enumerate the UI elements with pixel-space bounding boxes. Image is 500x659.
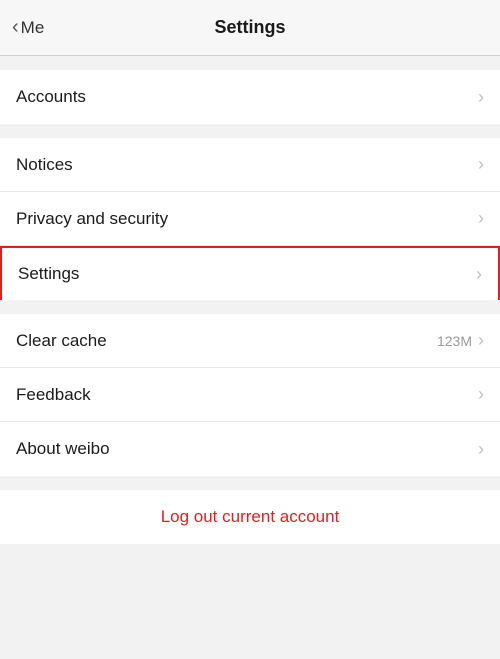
back-label: Me: [21, 18, 45, 38]
section-group3: Clear cache 123M › Feedback › About weib…: [0, 314, 500, 476]
logout-section[interactable]: Log out current account: [0, 490, 500, 544]
about-right: ›: [474, 439, 484, 460]
accounts-label: Accounts: [16, 87, 86, 107]
page-title: Settings: [214, 17, 285, 38]
gap-2: [0, 124, 500, 138]
clear-cache-chevron-icon: ›: [478, 330, 484, 351]
back-button[interactable]: ‹ Me: [12, 16, 44, 39]
about-label: About weibo: [16, 439, 110, 459]
accounts-right: ›: [474, 87, 484, 108]
feedback-label: Feedback: [16, 385, 91, 405]
menu-item-privacy[interactable]: Privacy and security ›: [0, 192, 500, 246]
privacy-chevron-icon: ›: [478, 208, 484, 229]
about-chevron-icon: ›: [478, 439, 484, 460]
settings-chevron-icon: ›: [476, 264, 482, 285]
section-group2: Notices › Privacy and security › Setting…: [0, 138, 500, 300]
clear-cache-right: 123M ›: [437, 330, 484, 351]
feedback-chevron-icon: ›: [478, 384, 484, 405]
gap-1: [0, 56, 500, 70]
settings-content: Accounts › Notices › Privacy and securit…: [0, 56, 500, 544]
menu-item-accounts[interactable]: Accounts ›: [0, 70, 500, 124]
notices-right: ›: [474, 154, 484, 175]
feedback-right: ›: [474, 384, 484, 405]
privacy-label: Privacy and security: [16, 209, 168, 229]
notices-chevron-icon: ›: [478, 154, 484, 175]
notices-label: Notices: [16, 155, 73, 175]
accounts-chevron-icon: ›: [478, 87, 484, 108]
logout-label: Log out current account: [161, 507, 340, 527]
clear-cache-value: 123M: [437, 333, 472, 349]
section-accounts: Accounts ›: [0, 70, 500, 124]
settings-right: ›: [472, 264, 482, 285]
header: ‹ Me Settings: [0, 0, 500, 56]
menu-item-about[interactable]: About weibo ›: [0, 422, 500, 476]
back-chevron-icon: ‹: [12, 16, 19, 39]
menu-item-clear-cache[interactable]: Clear cache 123M ›: [0, 314, 500, 368]
gap-3: [0, 300, 500, 314]
settings-label: Settings: [18, 264, 79, 284]
menu-item-feedback[interactable]: Feedback ›: [0, 368, 500, 422]
privacy-right: ›: [474, 208, 484, 229]
menu-item-notices[interactable]: Notices ›: [0, 138, 500, 192]
menu-item-settings[interactable]: Settings ›: [0, 246, 500, 300]
clear-cache-label: Clear cache: [16, 331, 107, 351]
